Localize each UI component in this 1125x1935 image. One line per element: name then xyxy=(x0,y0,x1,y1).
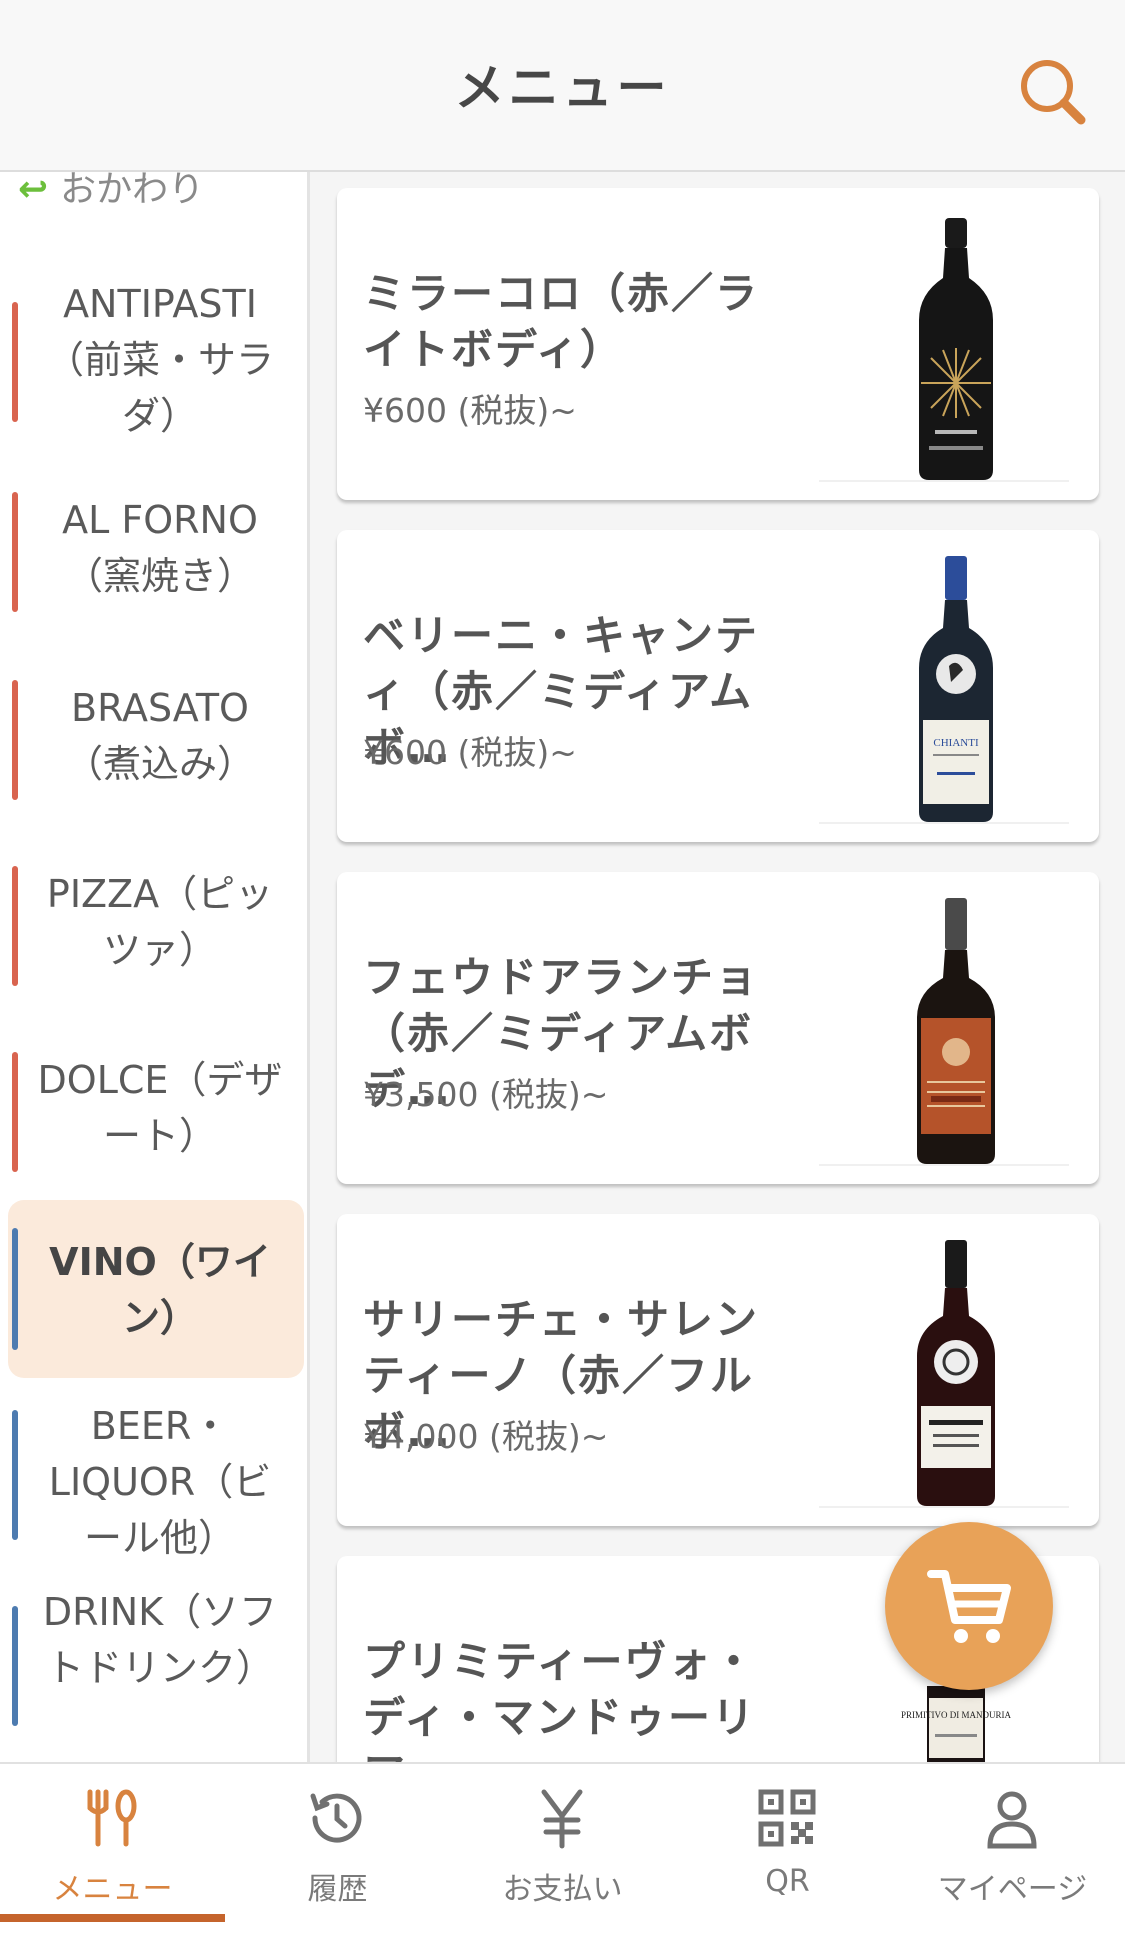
menu-item-card[interactable]: フェウドアランチョ（赤／ミディアムボデ… ¥3,500 (税抜)~ xyxy=(337,872,1099,1184)
image-divider xyxy=(819,822,1069,824)
category-indicator xyxy=(12,1228,18,1350)
bottle-label-text: CHIANTI xyxy=(933,737,979,749)
tab-label: お支払い xyxy=(502,1872,623,1907)
image-divider xyxy=(819,480,1069,482)
sidebar-item-label: DRINK（ソフトドリンク） xyxy=(42,1590,278,1690)
sidebar-item-refill[interactable]: ↩ おかわり xyxy=(18,172,204,212)
menu-item-card[interactable]: ベリーニ・キャンティ（赤／ミディアムボ… ¥600 (税抜)~ CHIANTI xyxy=(337,530,1099,842)
app-header: メニュー xyxy=(0,0,1125,172)
page-title: メニュー xyxy=(454,59,671,117)
active-tab-indicator xyxy=(0,1914,225,1922)
image-divider xyxy=(819,1506,1069,1508)
bottom-tab-bar: メニュー 履歴 お支払い QR マイページ xyxy=(0,1762,1125,1935)
wine-bottle-image xyxy=(917,898,995,1164)
category-indicator xyxy=(12,1052,18,1172)
sidebar-item-label: ANTIPASTI（前菜・サラダ） xyxy=(45,282,274,438)
item-name: ミラーコロ（赤／ライトボディ） xyxy=(363,269,760,374)
sidebar-item-drink[interactable]: DRINK（ソフトドリンク） xyxy=(8,1584,304,1726)
wine-bottle-image xyxy=(919,218,993,480)
tab-label: QR xyxy=(765,1864,810,1899)
image-divider xyxy=(819,1164,1069,1166)
sidebar-item-pizza[interactable]: PIZZA（ピッツァ） xyxy=(8,866,304,986)
sidebar-item-label: VINO（ワイン） xyxy=(49,1240,271,1340)
sidebar-item-label: おかわり xyxy=(60,172,205,210)
history-icon xyxy=(310,1793,362,1843)
item-price: ¥3,500 (税抜)~ xyxy=(363,1075,609,1114)
category-indicator xyxy=(12,1606,18,1726)
item-price: ¥600 (税抜)~ xyxy=(363,733,577,772)
cutlery-icon xyxy=(87,1789,137,1847)
item-name: プリミティーヴォ・ディ・マンドゥーリア… xyxy=(363,1637,757,1762)
return-arrow-icon: ↩ xyxy=(18,172,49,210)
tab-label: 履歴 xyxy=(307,1872,368,1907)
item-price: ¥4,000 (税抜)~ xyxy=(363,1417,609,1456)
wine-bottle-image: CHIANTI xyxy=(919,556,993,822)
sidebar-item-brasato[interactable]: BRASATO（煮込み） xyxy=(8,680,304,800)
wine-bottle-image xyxy=(917,1240,995,1506)
bottle-label-text: PRIMITIVO DI MANDURIA xyxy=(901,1710,1011,1720)
category-indicator xyxy=(12,866,18,986)
menu-item-card[interactable]: サリーチェ・サレンティーノ（赤／フルボ… ¥4,000 (税抜)~ xyxy=(337,1214,1099,1526)
sidebar-item-beer-liquor[interactable]: BEER・LIQUOR（ビール他） xyxy=(8,1398,304,1566)
sidebar-item-vino[interactable]: VINO（ワイン） xyxy=(8,1200,304,1378)
tab-history[interactable]: 履歴 xyxy=(225,1764,450,1935)
sidebar-item-dolce[interactable]: DOLCE（デザート） xyxy=(8,1052,304,1172)
tab-menu[interactable]: メニュー xyxy=(0,1764,225,1935)
cart-icon xyxy=(927,1570,1011,1643)
category-indicator xyxy=(12,302,18,422)
tab-payment[interactable]: お支払い xyxy=(450,1764,675,1935)
category-indicator xyxy=(12,1410,18,1540)
tab-mypage[interactable]: マイページ xyxy=(900,1764,1125,1935)
qr-code-icon xyxy=(758,1789,816,1847)
sidebar-item-label: PIZZA（ピッツァ） xyxy=(46,872,274,972)
menu-item-list: ミラーコロ（赤／ライトボディ） ¥600 (税抜)~ ベリーニ・キャンティ（赤／… xyxy=(310,172,1125,1762)
cart-button[interactable] xyxy=(885,1522,1053,1690)
search-button[interactable] xyxy=(1015,54,1091,130)
sidebar-item-label: BEER・LIQUOR（ビール他） xyxy=(48,1404,272,1560)
sidebar-item-label: AL FORNO（窯焼き） xyxy=(62,498,258,598)
sidebar-item-al-forno[interactable]: AL FORNO（窯焼き） xyxy=(8,492,304,612)
sidebar-item-label: BRASATO（煮込み） xyxy=(64,686,255,786)
item-price: ¥600 (税抜)~ xyxy=(363,391,577,430)
category-indicator xyxy=(12,492,18,612)
yen-icon xyxy=(541,1789,583,1849)
tab-qr[interactable]: QR xyxy=(675,1764,900,1935)
menu-item-card[interactable]: ミラーコロ（赤／ライトボディ） ¥600 (税抜)~ xyxy=(337,188,1099,500)
tab-label: メニュー xyxy=(52,1872,173,1907)
sidebar-item-label: DOLCE（デザート） xyxy=(37,1058,283,1158)
tab-label: マイページ xyxy=(937,1872,1088,1907)
sidebar-item-antipasti[interactable]: ANTIPASTI（前菜・サラダ） xyxy=(8,276,304,444)
category-sidebar: ↩ おかわり ANTIPASTI（前菜・サラダ） AL FORNO（窯焼き） BR… xyxy=(0,172,310,1762)
category-indicator xyxy=(12,680,18,800)
user-icon xyxy=(987,1791,1037,1849)
search-icon xyxy=(1021,60,1086,125)
